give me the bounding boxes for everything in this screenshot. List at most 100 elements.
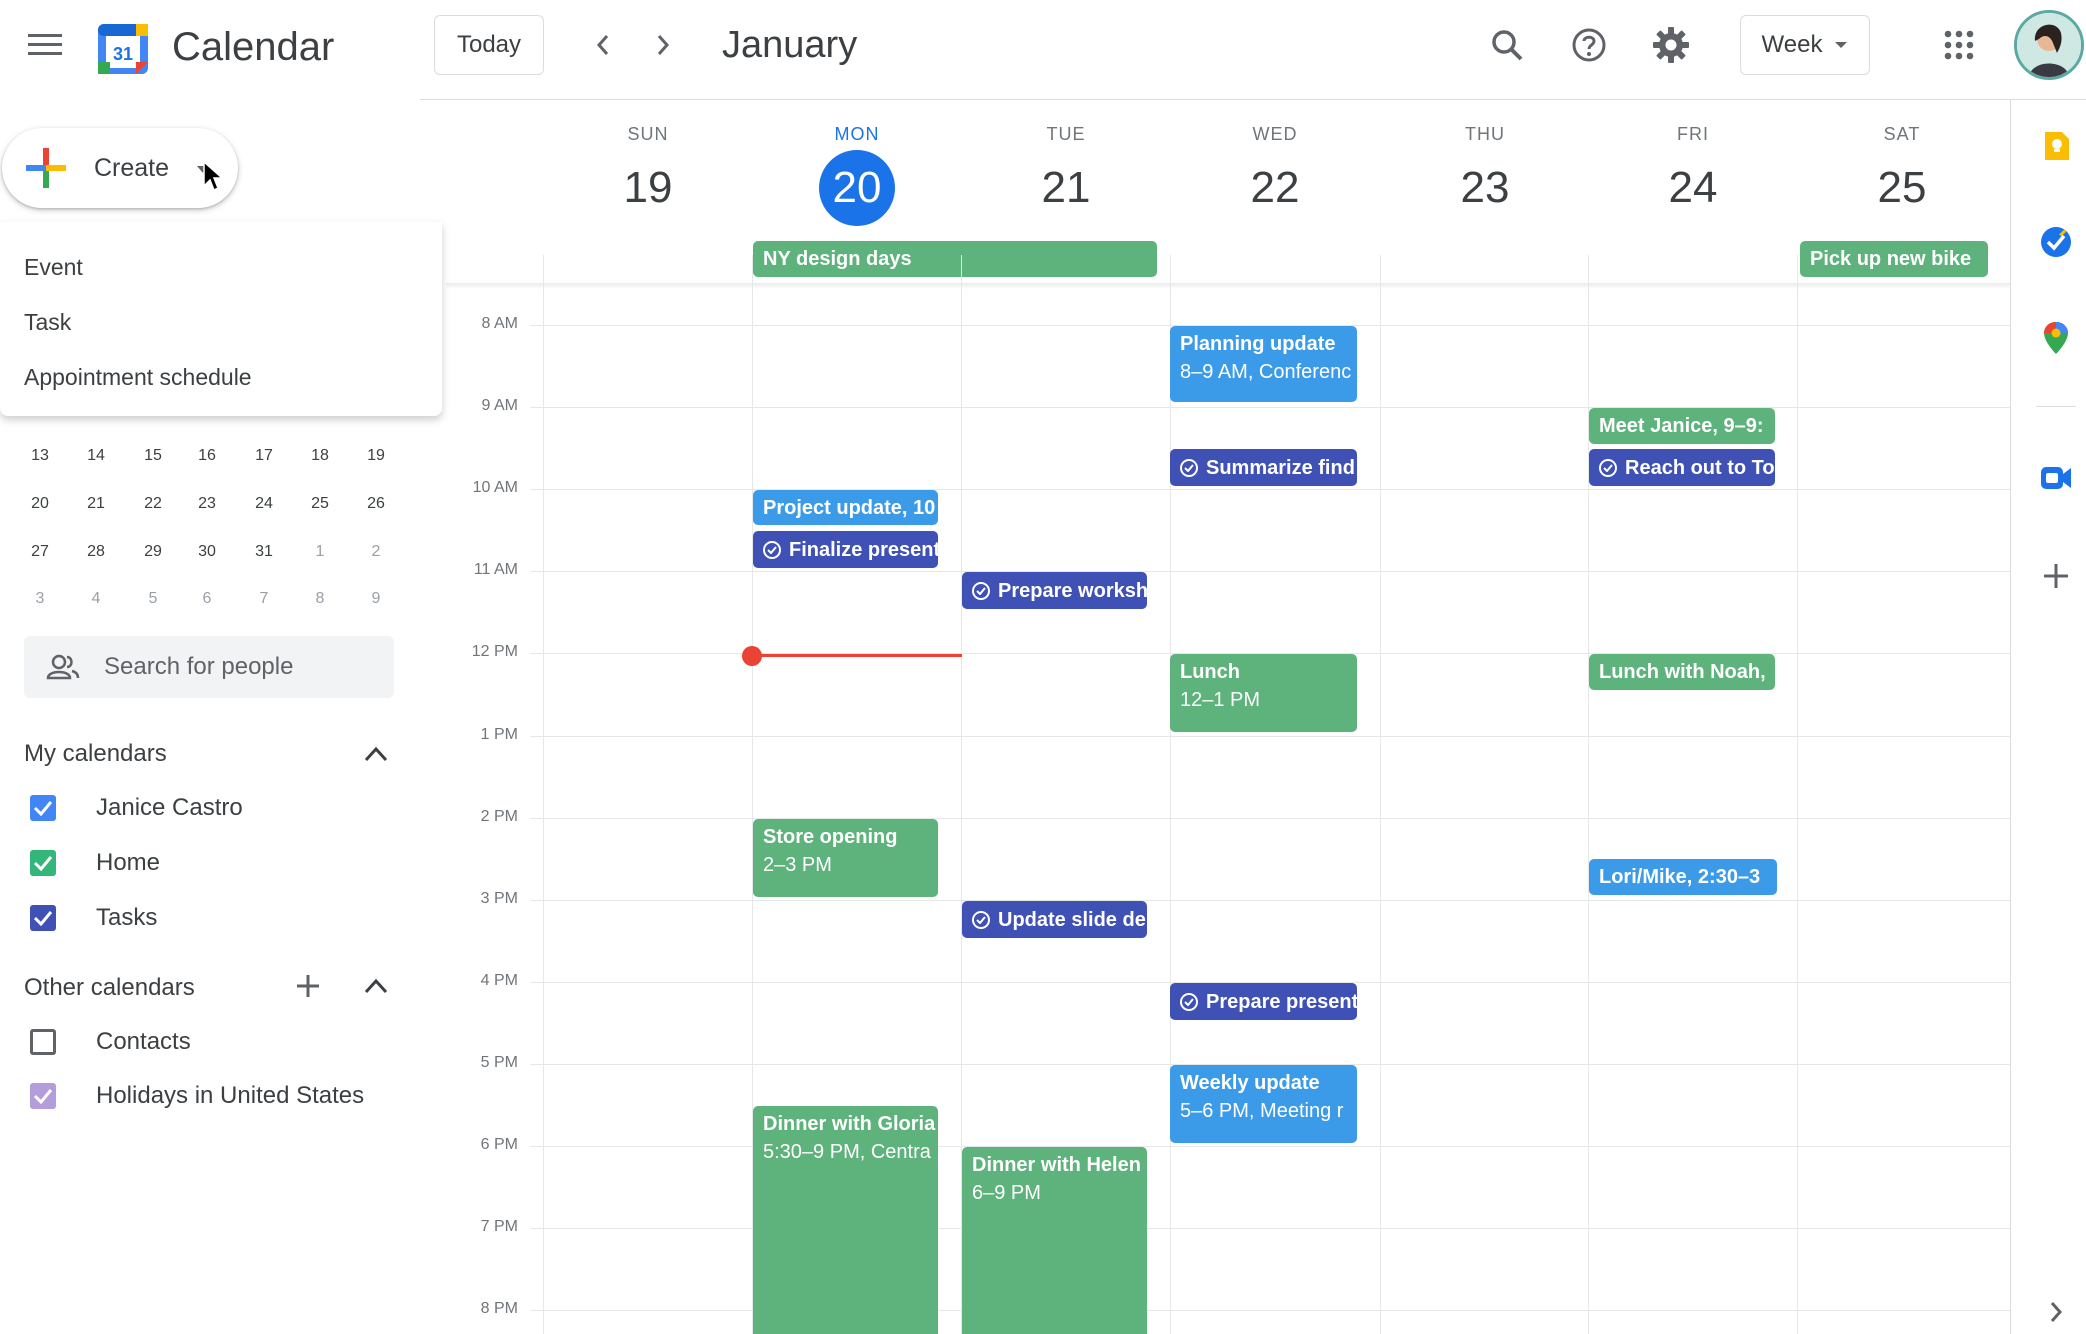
- main-menu-button[interactable]: [20, 20, 70, 70]
- add-other-calendar-button[interactable]: [288, 966, 328, 1006]
- event-time: 5:30–9 PM, Centra: [763, 1141, 931, 1163]
- event-lunch-with-noah[interactable]: Lunch with Noah,: [1589, 654, 1775, 690]
- search-button[interactable]: [1480, 18, 1534, 72]
- mini-day[interactable]: 9: [356, 587, 396, 611]
- event-planning-update[interactable]: Planning update 8–9 AM, Conferenc: [1170, 326, 1357, 402]
- mini-day[interactable]: 19: [356, 444, 396, 468]
- help-button[interactable]: [1562, 18, 1616, 72]
- mini-day[interactable]: 25: [300, 492, 340, 516]
- search-for-people[interactable]: [24, 636, 394, 698]
- mini-day[interactable]: 30: [187, 540, 227, 564]
- add-icon[interactable]: [2036, 556, 2076, 596]
- create-menu-appointment-schedule[interactable]: Appointment schedule: [24, 362, 252, 392]
- mini-day[interactable]: 16: [187, 444, 227, 468]
- calendar-item-janice-castro[interactable]: Janice Castro: [30, 788, 243, 828]
- calendar-item-holidays[interactable]: Holidays in United States: [30, 1076, 364, 1116]
- day-number[interactable]: 22: [1237, 150, 1313, 226]
- task-finalize-presentation[interactable]: Finalize present: [753, 531, 938, 568]
- mini-day[interactable]: 27: [20, 540, 60, 564]
- day-header-thu[interactable]: THU 23: [1380, 122, 1590, 226]
- task-reach-out[interactable]: Reach out to To: [1589, 449, 1775, 486]
- calendar-item-tasks[interactable]: Tasks: [30, 898, 157, 938]
- event-title: Store opening: [763, 826, 898, 848]
- event-project-update[interactable]: Project update, 10: [753, 490, 938, 525]
- people-search-input[interactable]: [104, 653, 394, 681]
- mini-day[interactable]: 29: [133, 540, 173, 564]
- event-lunch[interactable]: Lunch 12–1 PM: [1170, 654, 1357, 732]
- task-title: Reach out to To: [1625, 456, 1775, 479]
- day-number[interactable]: 25: [1864, 150, 1940, 226]
- mini-day[interactable]: 23: [187, 492, 227, 516]
- mini-day[interactable]: 17: [244, 444, 284, 468]
- day-header-tue[interactable]: TUE 21: [961, 122, 1171, 226]
- task-update-slide-deck[interactable]: Update slide de: [962, 901, 1147, 938]
- day-header-fri[interactable]: FRI 24: [1588, 122, 1798, 226]
- event-meet-janice[interactable]: Meet Janice, 9–9:: [1589, 408, 1775, 444]
- mini-day[interactable]: 2: [356, 540, 396, 564]
- checkbox-checked-icon[interactable]: [30, 795, 56, 821]
- my-calendars-title[interactable]: My calendars: [24, 740, 167, 768]
- previous-week-button[interactable]: [578, 20, 628, 70]
- meet-icon[interactable]: [2036, 458, 2076, 498]
- mini-day[interactable]: 6: [187, 587, 227, 611]
- calendar-item-contacts[interactable]: Contacts: [30, 1022, 191, 1062]
- all-day-event-ny-design-days[interactable]: NY design days: [753, 241, 1157, 277]
- event-dinner-with-gloria[interactable]: Dinner with Gloria 5:30–9 PM, Centra: [753, 1106, 938, 1334]
- checkbox-checked-icon[interactable]: [30, 905, 56, 931]
- event-dinner-with-helen[interactable]: Dinner with Helen 6–9 PM: [962, 1147, 1147, 1334]
- checkbox-checked-icon[interactable]: [30, 1083, 56, 1109]
- task-summarize-findings[interactable]: Summarize find: [1170, 449, 1357, 486]
- day-header-wed[interactable]: WED 22: [1170, 122, 1380, 226]
- mini-day[interactable]: 1: [300, 540, 340, 564]
- calendar-item-home[interactable]: Home: [30, 843, 160, 883]
- mini-day[interactable]: 3: [20, 587, 60, 611]
- day-header-sat[interactable]: SAT 25: [1797, 122, 2007, 226]
- day-number[interactable]: 21: [1028, 150, 1104, 226]
- event-weekly-update[interactable]: Weekly update 5–6 PM, Meeting r: [1170, 1065, 1357, 1143]
- my-calendars-toggle[interactable]: [356, 734, 396, 774]
- mini-day[interactable]: 14: [76, 444, 116, 468]
- day-number[interactable]: 23: [1447, 150, 1523, 226]
- expand-icon[interactable]: [2036, 1292, 2076, 1332]
- event-store-opening[interactable]: Store opening 2–3 PM: [753, 819, 938, 897]
- mini-day[interactable]: 28: [76, 540, 116, 564]
- mini-day[interactable]: 22: [133, 492, 173, 516]
- today-button[interactable]: Today: [434, 15, 544, 75]
- mini-day[interactable]: 4: [76, 587, 116, 611]
- checkbox-checked-icon[interactable]: [30, 850, 56, 876]
- other-calendars-toggle[interactable]: [356, 966, 396, 1006]
- tasks-icon[interactable]: [2036, 222, 2076, 262]
- google-apps-button[interactable]: [1932, 18, 1986, 72]
- keep-icon[interactable]: [2036, 126, 2076, 166]
- mini-day[interactable]: 13: [20, 444, 60, 468]
- day-number-today[interactable]: 20: [819, 150, 895, 226]
- day-number[interactable]: 19: [610, 150, 686, 226]
- maps-icon[interactable]: [2036, 318, 2076, 358]
- other-calendars-title[interactable]: Other calendars: [24, 974, 195, 1002]
- view-selector[interactable]: Week: [1740, 15, 1870, 75]
- create-menu-task[interactable]: Task: [24, 307, 71, 337]
- task-prepare-presentation[interactable]: Prepare present: [1170, 983, 1357, 1020]
- mini-day[interactable]: 18: [300, 444, 340, 468]
- mini-day[interactable]: 24: [244, 492, 284, 516]
- checkbox-unchecked-icon[interactable]: [30, 1029, 56, 1055]
- mini-day[interactable]: 7: [244, 587, 284, 611]
- mini-day[interactable]: 8: [300, 587, 340, 611]
- all-day-event-pick-up-bike[interactable]: Pick up new bike: [1800, 241, 1988, 277]
- task-prepare-workshop[interactable]: Prepare worksh: [962, 572, 1147, 609]
- next-week-button[interactable]: [638, 20, 688, 70]
- day-header-sun[interactable]: SUN 19: [543, 122, 753, 226]
- mini-day[interactable]: 21: [76, 492, 116, 516]
- account-avatar[interactable]: [2014, 10, 2084, 80]
- settings-button[interactable]: [1644, 18, 1698, 72]
- mini-day[interactable]: 31: [244, 540, 284, 564]
- mini-day[interactable]: 15: [133, 444, 173, 468]
- mini-day[interactable]: 20: [20, 492, 60, 516]
- day-header-mon[interactable]: MON 20: [752, 122, 962, 226]
- day-gridline: [1380, 255, 1381, 1334]
- mini-day[interactable]: 5: [133, 587, 173, 611]
- event-lori-mike[interactable]: Lori/Mike, 2:30–3: [1589, 859, 1777, 895]
- mini-day[interactable]: 26: [356, 492, 396, 516]
- create-menu-event[interactable]: Event: [24, 252, 83, 282]
- day-number[interactable]: 24: [1655, 150, 1731, 226]
